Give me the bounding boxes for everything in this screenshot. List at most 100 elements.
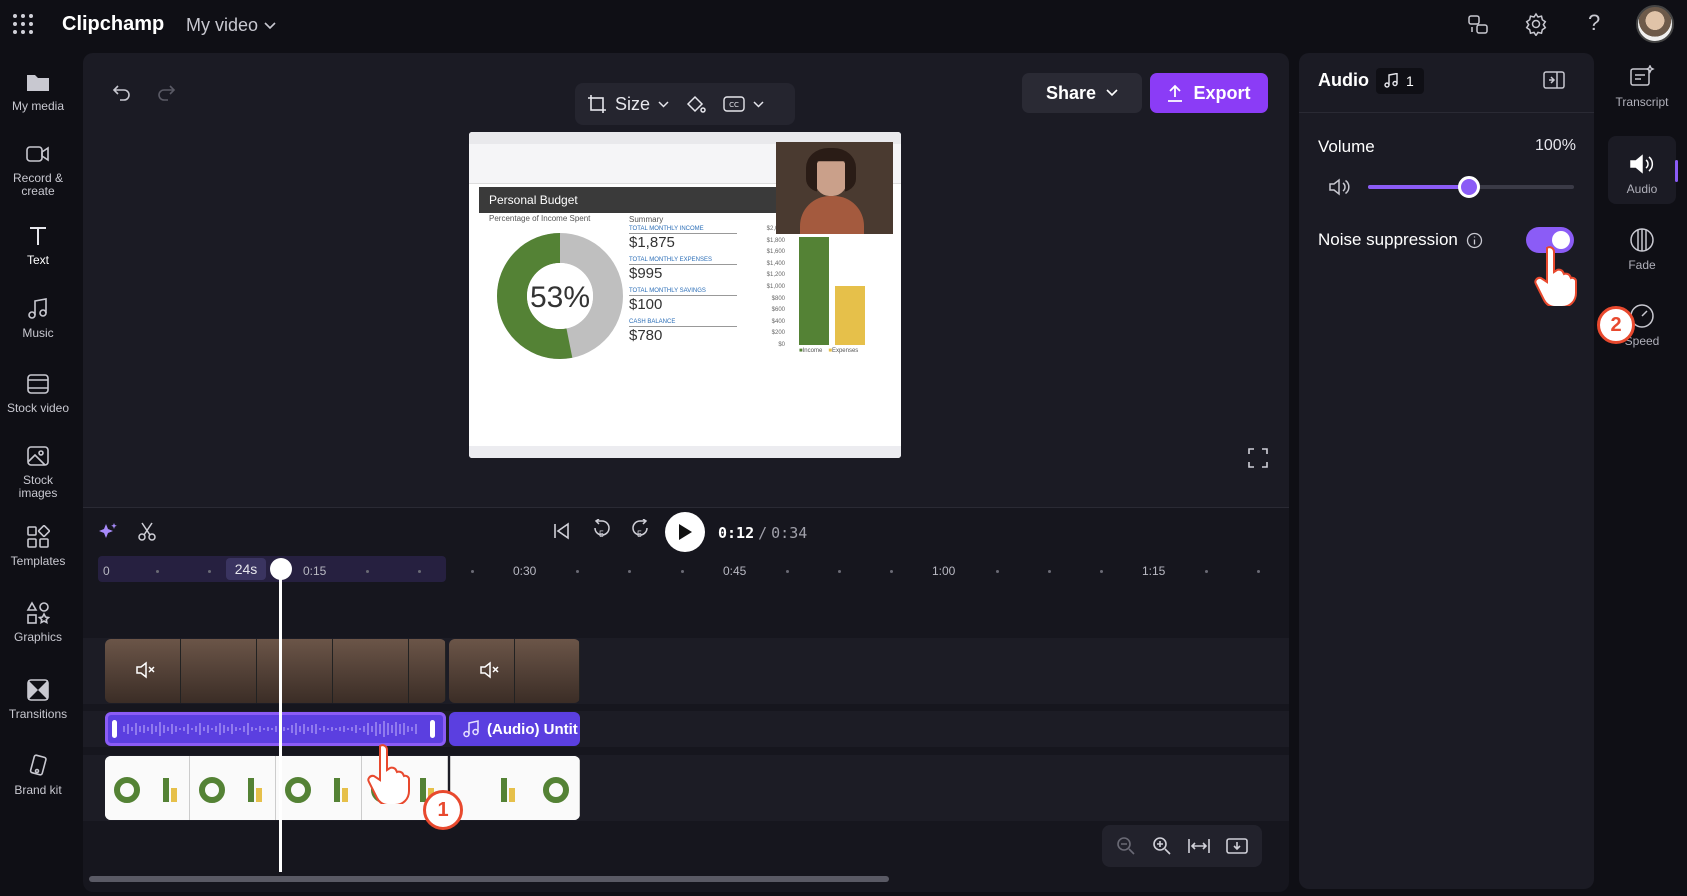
webcam-overlay	[776, 142, 893, 234]
summary-heading: Summary	[629, 215, 664, 224]
nav-text[interactable]: Text	[0, 222, 76, 267]
split-scissors-icon[interactable]	[137, 522, 157, 542]
axis-tick: $1,800	[766, 237, 785, 244]
nav-label: Music	[22, 326, 54, 340]
bar-axis: $2,000 $1,800 $1,600 $1,400 $1,200 $1,00…	[751, 224, 785, 352]
nav-transitions[interactable]: Transitions	[0, 676, 76, 721]
axis-tick: $600	[771, 307, 785, 314]
nav-my-media[interactable]: My media	[0, 68, 76, 113]
audio-clip-selected[interactable]	[105, 712, 446, 746]
undo-icon[interactable]	[112, 82, 132, 102]
rail-transcript[interactable]: Transcript	[1604, 63, 1680, 109]
app-name: Clipchamp	[62, 13, 165, 35]
bar-income	[799, 237, 829, 345]
noise-suppression-label: Noise suppression	[1318, 230, 1458, 249]
music-icon	[24, 295, 52, 323]
nav-stock-video[interactable]: Stock video	[0, 370, 76, 415]
share-button[interactable]: Share	[1022, 73, 1142, 113]
rail-audio[interactable]: Audio	[1604, 150, 1680, 196]
clip-thumbnail	[257, 639, 333, 703]
captions-button[interactable]: CC	[723, 96, 764, 112]
ruler-mark: 1:15	[1142, 564, 1166, 578]
size-button[interactable]: Size	[587, 94, 669, 115]
top-bar: Clipchamp My video ?	[0, 0, 1687, 50]
help-icon[interactable]: ?	[1588, 10, 1600, 36]
clip-thumbnail	[181, 639, 257, 703]
expand-timeline-icon[interactable]	[1226, 837, 1248, 855]
size-label: Size	[615, 93, 651, 114]
trim-handle-left[interactable]	[112, 720, 117, 738]
clip-thumbnail	[276, 756, 362, 820]
nav-templates[interactable]: Templates	[0, 523, 76, 568]
nav-record-create[interactable]: Record & create	[0, 140, 76, 198]
fill-color-icon[interactable]	[685, 94, 707, 114]
avatar[interactable]	[1636, 5, 1674, 43]
donut-value: 53%	[529, 281, 591, 314]
callout-badge-1: 1	[423, 790, 463, 830]
audio-count-badge: 1	[1376, 68, 1424, 94]
volume-slider-thumb[interactable]	[1457, 176, 1480, 198]
playhead-line[interactable]	[279, 562, 282, 872]
panel-divider	[1299, 112, 1594, 113]
clip-thumbnail	[333, 639, 409, 703]
cc-icon: CC	[723, 96, 745, 112]
muted-speaker-icon[interactable]	[479, 661, 499, 679]
ruler-mark: 1:00	[932, 564, 956, 578]
axis-tick: $1,600	[766, 249, 785, 256]
zoom-out-icon[interactable]	[1116, 836, 1136, 856]
collapse-panel-icon[interactable]	[1543, 70, 1565, 90]
fit-width-icon[interactable]	[1188, 837, 1210, 855]
ai-sparkle-icon[interactable]	[98, 522, 118, 542]
video-clip[interactable]	[449, 639, 580, 703]
bar-legend: ■Income ■Expenses	[799, 348, 858, 354]
ruler-mark: 0:30	[513, 564, 537, 578]
volume-slider[interactable]	[1368, 176, 1574, 198]
app-launcher-icon[interactable]	[12, 13, 34, 35]
settings-gear-icon[interactable]	[1524, 12, 1548, 36]
nav-label: Stock video	[6, 401, 70, 415]
nav-graphics[interactable]: Graphics	[0, 599, 76, 644]
crop-icon	[588, 95, 606, 113]
play-button[interactable]	[665, 512, 705, 552]
export-label: Export	[1193, 82, 1251, 103]
export-button[interactable]: Export	[1150, 73, 1268, 113]
clip-thumbnail	[409, 639, 446, 703]
ruler-dot	[418, 570, 421, 573]
nav-stock-images[interactable]: Stock images	[0, 442, 76, 500]
screen-recording-clip[interactable]	[105, 756, 580, 820]
image-icon	[24, 442, 52, 470]
rail-fade[interactable]: Fade	[1604, 226, 1680, 272]
muted-speaker-icon[interactable]	[135, 661, 155, 679]
trim-handle-right[interactable]	[430, 720, 435, 738]
rail-label: Fade	[1628, 258, 1656, 272]
redo-icon[interactable]	[156, 82, 176, 102]
zoom-in-icon[interactable]	[1152, 836, 1172, 856]
video-clip[interactable]	[105, 639, 446, 703]
axis-tick: $1,200	[766, 272, 785, 279]
playhead-handle[interactable]	[270, 558, 292, 580]
time-separator: /	[758, 524, 768, 542]
fade-icon	[1628, 226, 1656, 254]
feedback-icon[interactable]	[1466, 13, 1490, 37]
chevron-down-icon	[753, 100, 764, 108]
fullscreen-icon[interactable]	[1248, 448, 1268, 468]
info-icon[interactable]	[1466, 232, 1483, 249]
audio-clip[interactable]: (Audio) Untit	[449, 712, 580, 746]
rewind-5-button[interactable]: 5	[590, 519, 614, 545]
timeline-scrollbar[interactable]	[89, 876, 889, 882]
axis-tick: $200	[771, 330, 785, 337]
play-icon	[679, 524, 692, 540]
nav-brand-kit[interactable]: Brand kit	[0, 752, 76, 797]
forward-5-button[interactable]: 5	[628, 519, 652, 545]
nav-music[interactable]: Music	[0, 295, 76, 340]
ruler-dot	[681, 570, 684, 573]
text-icon	[24, 222, 52, 250]
project-name-dropdown[interactable]: My video	[186, 15, 276, 36]
nav-label: Brand kit	[14, 783, 62, 797]
upload-icon	[1168, 84, 1183, 102]
skip-to-start-icon[interactable]	[552, 521, 572, 541]
video-preview[interactable]: Personal Budget Percentage of Income Spe…	[469, 132, 901, 458]
speaker-icon[interactable]	[1328, 177, 1350, 197]
axis-tick: $0	[778, 341, 785, 348]
graphics-icon	[24, 599, 52, 627]
